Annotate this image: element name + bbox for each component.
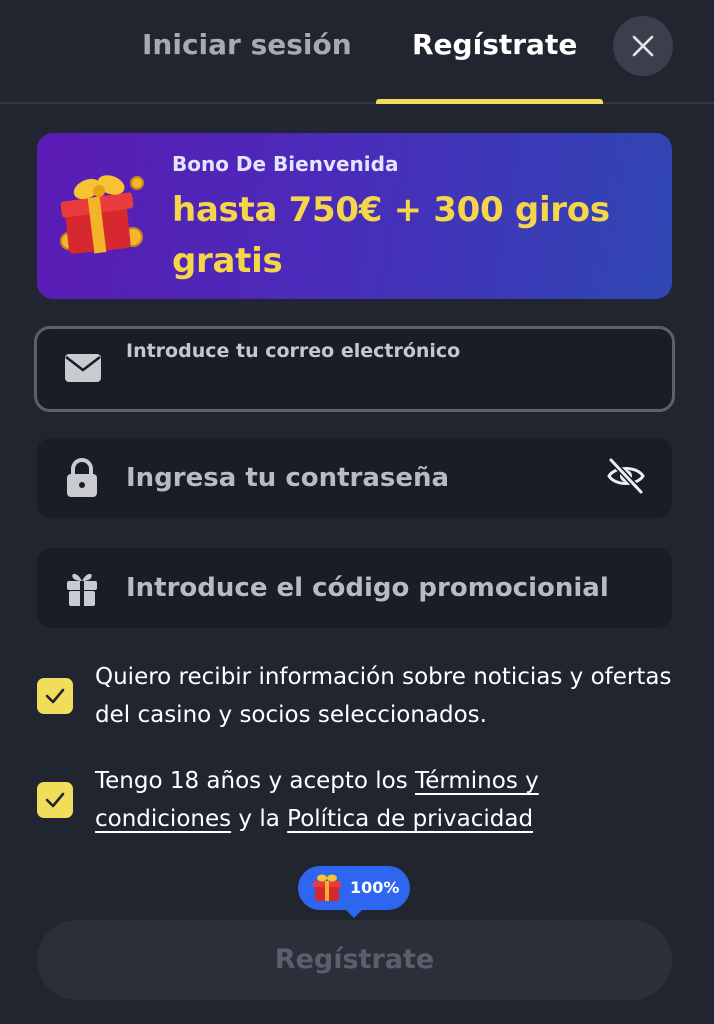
check-icon <box>45 792 65 808</box>
close-icon <box>632 35 654 57</box>
gift-box-icon <box>67 573 97 606</box>
progress-badge-text: 100% <box>350 878 400 897</box>
progress-badge: 100% <box>298 866 410 918</box>
promo-code-input[interactable]: Introduce el código promocionial <box>126 548 609 628</box>
email-label: Introduce tu correo electrónico <box>126 340 461 362</box>
terms-consent-text: Tengo 18 años y acepto los Términos y co… <box>95 762 675 838</box>
mail-icon <box>65 354 101 382</box>
privacy-link[interactable]: Política de privacidad <box>287 806 533 832</box>
auth-tabs: Iniciar sesión Regístrate <box>0 0 714 104</box>
close-button[interactable] <box>613 16 673 76</box>
eye-off-icon[interactable] <box>605 456 647 496</box>
password-input[interactable]: Ingresa tu contraseña <box>126 438 449 518</box>
lock-icon <box>67 458 97 497</box>
password-field[interactable]: Ingresa tu contraseña <box>37 438 672 518</box>
gift-icon <box>60 175 144 254</box>
tab-login[interactable]: Iniciar sesión <box>142 22 352 68</box>
register-submit-button[interactable]: Regístrate <box>37 920 672 1000</box>
gift-icon <box>313 874 341 901</box>
registration-modal: Iniciar sesión Regístrate Bono De Bienve… <box>0 0 714 1024</box>
email-field[interactable]: Introduce tu correo electrónico <box>34 326 675 412</box>
marketing-consent-text: Quiero recibir información sobre noticia… <box>95 664 672 728</box>
terms-middle: y la <box>231 806 288 832</box>
terms-checkbox[interactable] <box>37 782 73 818</box>
banner-title: hasta 750€ + 300 giros gratis <box>172 190 610 281</box>
promo-code-field[interactable]: Introduce el código promocionial <box>37 548 672 628</box>
check-icon <box>45 688 65 704</box>
active-tab-indicator <box>376 99 603 104</box>
welcome-bonus-banner: Bono De Bienvenida hasta 750€ + 300 giro… <box>37 133 672 299</box>
marketing-checkbox[interactable] <box>37 678 73 714</box>
tab-register[interactable]: Regístrate <box>412 22 577 68</box>
terms-prefix: Tengo 18 años y acepto los <box>95 768 416 794</box>
banner-subtitle: Bono De Bienvenida <box>172 152 399 176</box>
